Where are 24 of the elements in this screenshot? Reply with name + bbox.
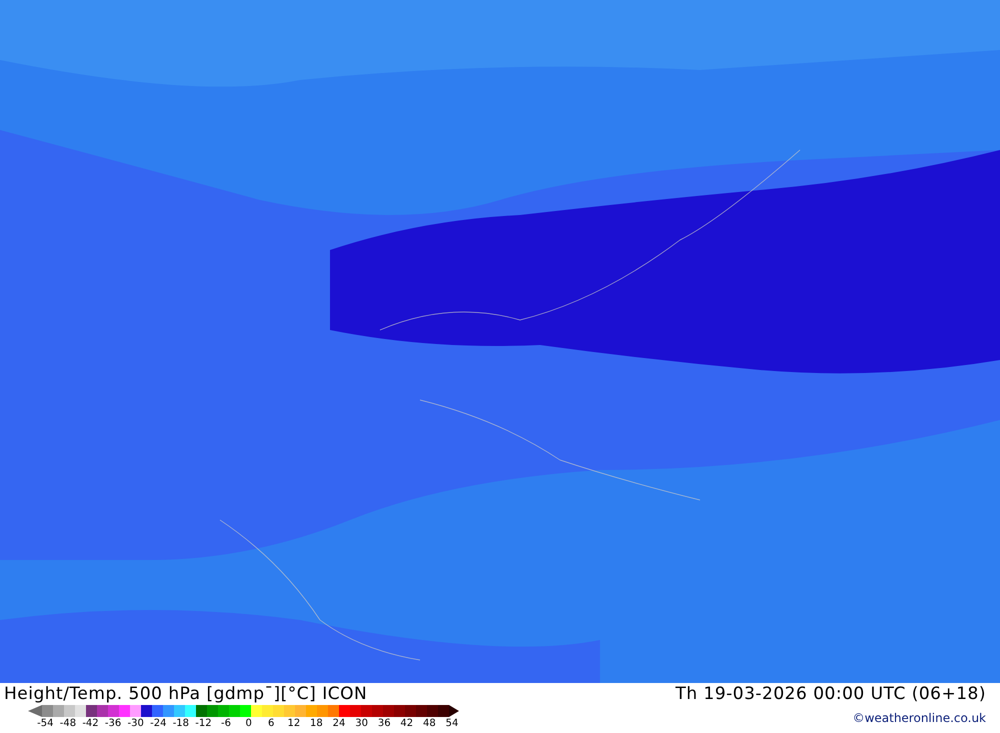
scale-label: 36 [376,717,392,731]
scale-label: 30 [354,717,369,731]
scale-label: -18 [172,717,190,731]
scale-label: 48 [422,717,437,731]
scale-label: -36 [104,717,122,731]
scale-label: -6 [220,717,232,731]
scale-label: 42 [399,717,414,731]
scale-right-arrow-icon [449,705,459,717]
scale-label: -12 [194,717,213,731]
scale-label: -42 [81,717,100,731]
map-title: Height/Temp. 500 hPa [gdmp¯][°C] ICON [4,683,368,705]
scale-label: -30 [126,717,145,731]
scale-label: 12 [286,717,302,731]
copyright-link[interactable]: ©weatheronline.co.uk [852,709,986,727]
scale-label: -24 [149,717,168,731]
scale-label: 54 [444,717,460,731]
scale-label: 18 [309,717,324,731]
scale-label: 0 [244,717,253,731]
scale-left-arrow-icon [28,705,42,717]
scale-label: 24 [332,717,346,731]
valid-time: Th 19-03-2026 00:00 UTC (06+18) [675,683,986,705]
scale-label: -54 [36,717,54,731]
scale-label: 6 [267,717,276,731]
scale-label: -48 [58,717,78,731]
